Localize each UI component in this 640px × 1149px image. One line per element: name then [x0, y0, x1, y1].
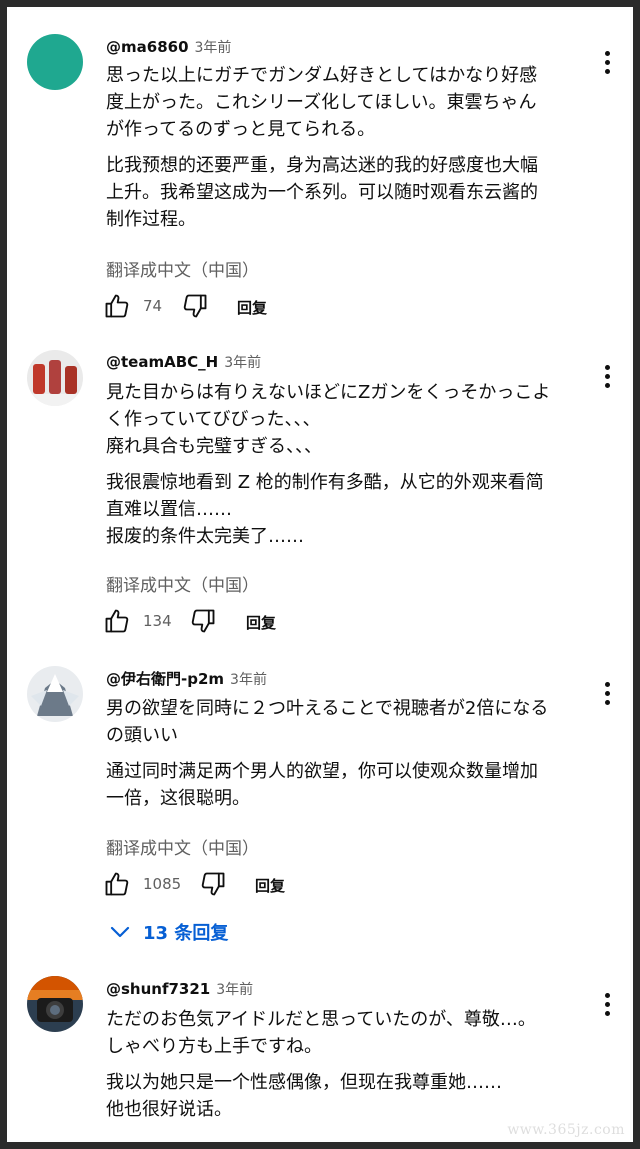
dislike-icon[interactable] — [181, 292, 209, 320]
translation-line: 直难以置信…… — [106, 499, 232, 520]
like-count: 74 — [143, 297, 163, 315]
watermark: www.365jz.com — [507, 1122, 625, 1138]
comment-line: 廃れ具合も完璧すぎる、、、 — [106, 436, 322, 457]
translation-line: 我以为她只是一个性感偶像，但现在我尊重她…… — [106, 1072, 502, 1093]
comment-text: 見た目からは有りえないほどにZガンをくっそかっこよ く作っていてびびった、、、 … — [106, 379, 576, 550]
comment-text: 思った以上にガチでガンダム好きとしてはかなり好感 度上がった。これシリーズ化して… — [106, 62, 576, 233]
translate-link[interactable]: 翻译成中文（中国） — [106, 256, 259, 281]
like-count: 134 — [143, 612, 172, 630]
reply-button[interactable]: 回复 — [246, 612, 276, 633]
action-bar: 74 回复 — [103, 292, 403, 322]
avatar[interactable] — [27, 350, 83, 406]
comment-line: 男の欲望を同時に２つ叶えることで視聴者が2倍になる — [106, 698, 549, 719]
comment-header: @shunf7321 3年前 — [106, 979, 253, 999]
timestamp[interactable]: 3年前 — [224, 355, 261, 371]
reply-button[interactable]: 回复 — [237, 297, 267, 318]
author-name[interactable]: @伊右衛門-p2m — [106, 670, 224, 688]
translation-line: 我很震惊地看到 Z 枪的制作有多酷，从它的外观来看简 — [106, 472, 544, 493]
translation-line: 他也很好说话。 — [106, 1099, 232, 1120]
comment-line: しゃべり方も上手ですね。 — [106, 1036, 322, 1057]
more-options-icon[interactable] — [601, 682, 613, 708]
view-replies-button[interactable]: 13 条回复 — [109, 919, 228, 945]
action-bar: 134 回复 — [103, 607, 403, 637]
more-options-icon[interactable] — [601, 365, 613, 391]
translation-line: 报废的条件太完美了…… — [106, 526, 304, 547]
avatar-image — [27, 976, 83, 1032]
avatar[interactable] — [27, 34, 83, 90]
action-bar: 1085 回复 — [103, 870, 403, 900]
comment-line: 思った以上にガチでガンダム好きとしてはかなり好感 — [106, 65, 538, 86]
more-options-icon[interactable] — [601, 51, 613, 77]
avatar[interactable] — [27, 666, 83, 722]
comment-line: が作ってるのずっと見てられる。 — [106, 119, 376, 140]
chevron-down-icon — [110, 926, 130, 938]
like-icon[interactable] — [103, 870, 131, 898]
timestamp[interactable]: 3年前 — [195, 40, 232, 56]
comment-text: ただのお色気アイドルだと思っていたのが、尊敬…。 しゃべり方も上手ですね。 我以… — [106, 1006, 576, 1123]
dislike-icon[interactable] — [199, 870, 227, 898]
timestamp[interactable]: 3年前 — [230, 672, 267, 688]
comment-line: 見た目からは有りえないほどにZガンをくっそかっこよ — [106, 382, 551, 403]
like-icon[interactable] — [103, 607, 131, 635]
comments-panel: @ma6860 3年前 思った以上にガチでガンダム好きとしてはかなり好感 度上がっ… — [7, 7, 633, 1142]
avatar-image — [27, 350, 83, 406]
translate-link[interactable]: 翻译成中文（中国） — [106, 834, 259, 859]
translate-link[interactable]: 翻译成中文（中国） — [106, 571, 259, 596]
translation-line: 上升。我希望这成为一个系列。可以随时观看东云酱的 — [106, 182, 538, 203]
comment-line: の頭いい — [106, 725, 178, 746]
reply-button[interactable]: 回复 — [255, 875, 285, 896]
comment-header: @伊右衛門-p2m 3年前 — [106, 668, 267, 689]
comment-line: ただのお色気アイドルだと思っていたのが、尊敬…。 — [106, 1009, 536, 1030]
like-icon[interactable] — [103, 292, 131, 320]
more-options-icon[interactable] — [601, 993, 613, 1019]
comment-line: く作っていてびびった、、、 — [106, 409, 321, 430]
translation-line: 比我预想的还要严重，身为高达迷的我的好感度也大幅 — [106, 155, 538, 176]
dislike-icon[interactable] — [189, 607, 217, 635]
comment-header: @teamABC_H 3年前 — [106, 352, 261, 372]
author-name[interactable]: @ma6860 — [106, 38, 189, 56]
comment-text: 男の欲望を同時に２つ叶えることで視聴者が2倍になる の頭いい 通过同时满足两个男… — [106, 695, 576, 812]
comment-line: 度上がった。これシリーズ化してほしい。東雲ちゃん — [106, 92, 537, 113]
comment-header: @ma6860 3年前 — [106, 37, 231, 57]
replies-count-label: 13 条回复 — [143, 923, 229, 944]
timestamp[interactable]: 3年前 — [216, 982, 253, 998]
author-name[interactable]: @teamABC_H — [106, 353, 218, 371]
translation-line: 制作过程。 — [106, 209, 196, 230]
avatar[interactable] — [27, 976, 83, 1032]
translation-line: 通过同时满足两个男人的欲望，你可以使观众数量增加 — [106, 761, 538, 782]
like-count: 1085 — [143, 875, 182, 893]
translation-line: 一倍，这很聪明。 — [106, 788, 250, 809]
author-name[interactable]: @shunf7321 — [106, 980, 210, 998]
avatar-image — [27, 666, 83, 722]
